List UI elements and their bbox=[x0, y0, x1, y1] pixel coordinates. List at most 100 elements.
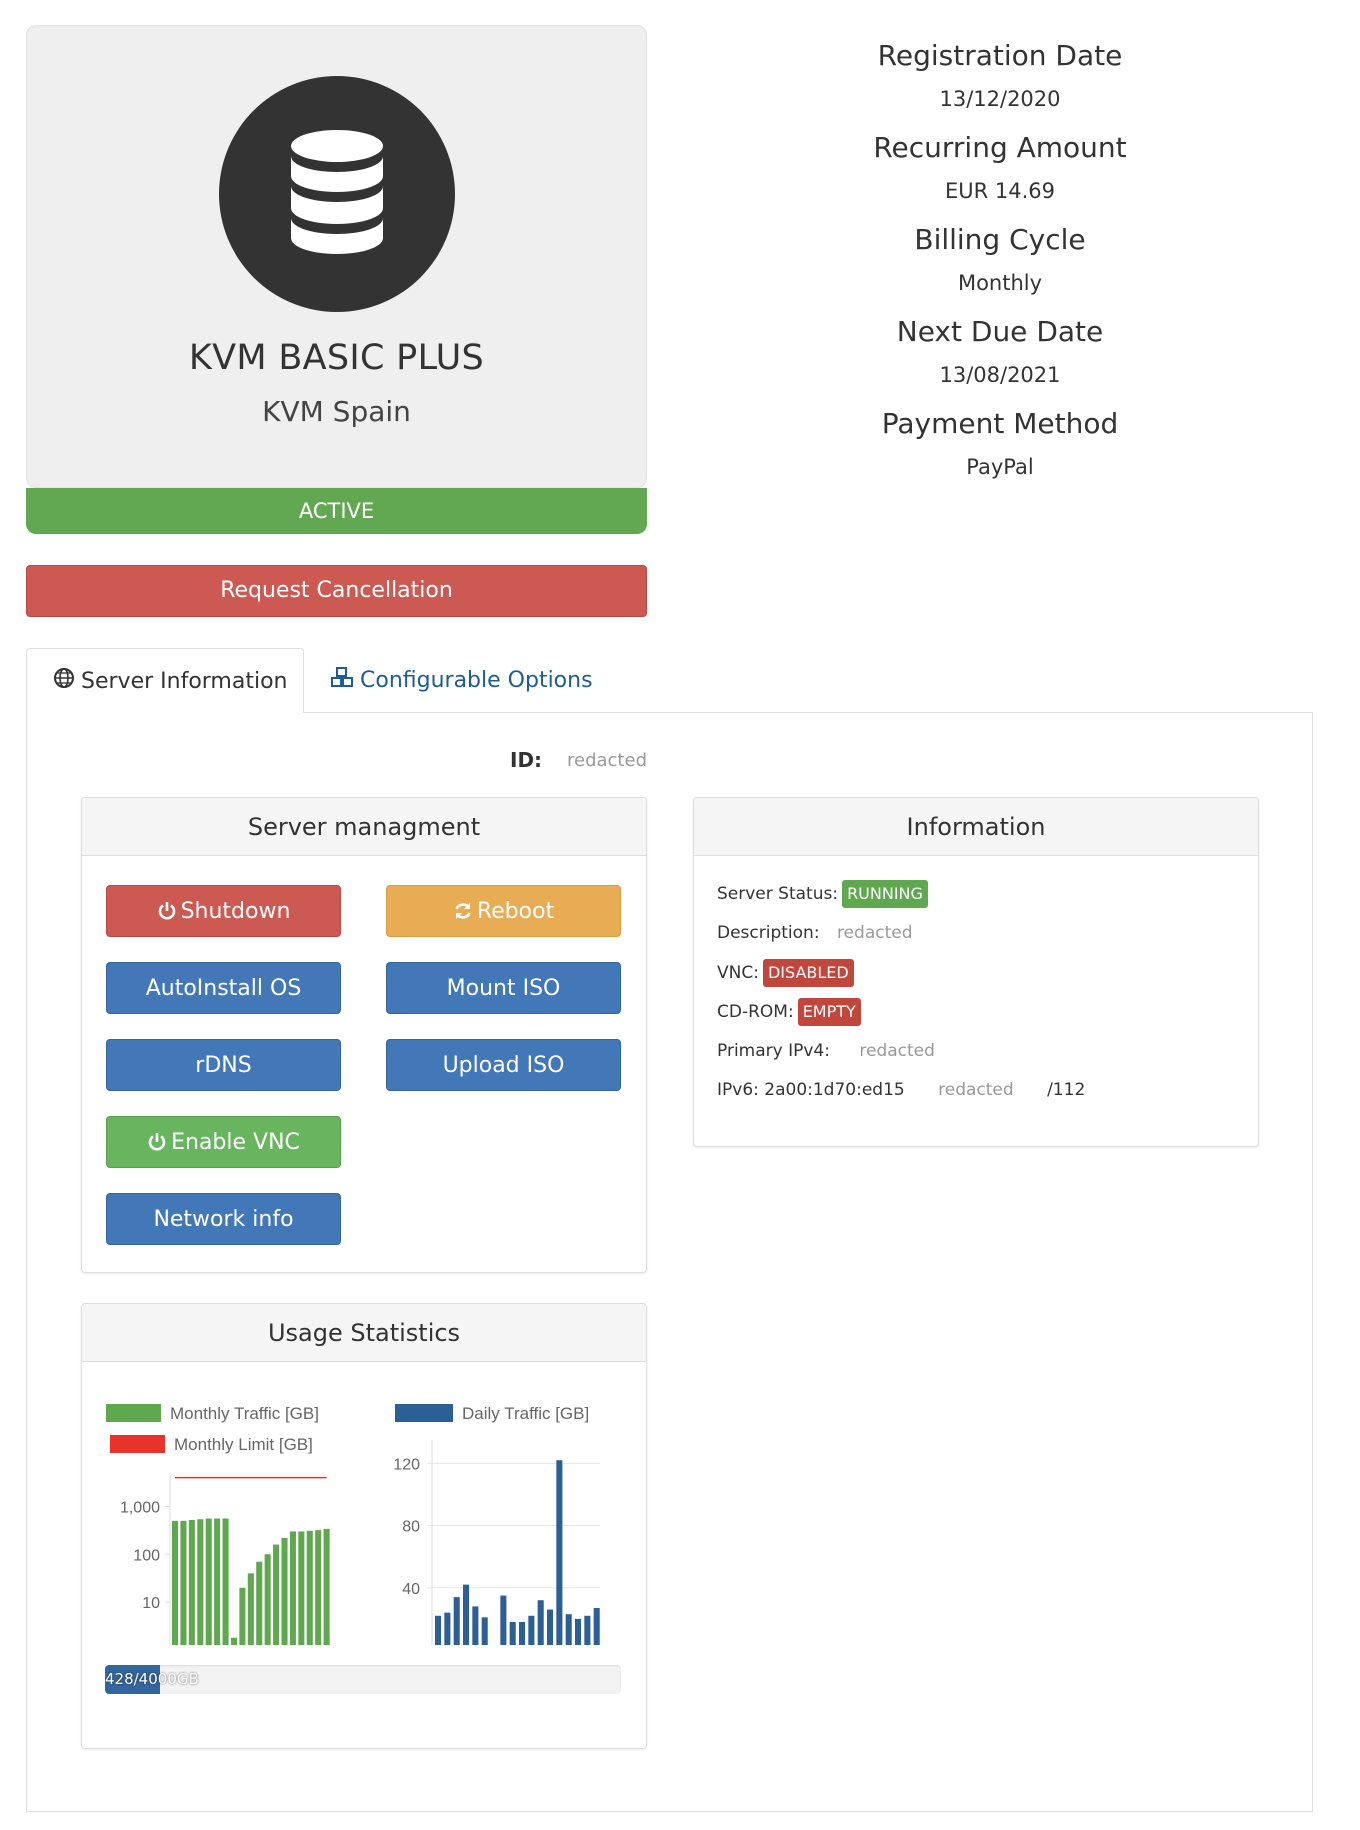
reboot-label: Reboot bbox=[476, 899, 555, 924]
cdrom-row: CD-ROM: EMPTY bbox=[717, 998, 861, 1026]
refresh-icon bbox=[455, 903, 471, 919]
recurring-amount-label: Recurring Amount bbox=[873, 131, 1127, 164]
reboot-button[interactable]: Reboot bbox=[386, 885, 621, 937]
daily-traffic-bar bbox=[481, 1617, 488, 1645]
daily-traffic-chart: Daily Traffic [GB]12080400-20d-15d-10d-5… bbox=[393, 1404, 600, 1645]
monthly-traffic-bar bbox=[264, 1554, 271, 1645]
monthly-traffic-bar bbox=[239, 1587, 246, 1645]
bandwidth-progress-text: 428/4000GB bbox=[105, 1670, 199, 1688]
tab-server-information[interactable]: Server Information bbox=[26, 648, 304, 713]
daily-traffic-bar bbox=[556, 1460, 563, 1645]
request-cancellation-button[interactable]: Request Cancellation bbox=[26, 565, 647, 617]
monthly-traffic-bar bbox=[315, 1530, 322, 1645]
y-tick-label: 1 bbox=[151, 1643, 160, 1645]
monthly-traffic-bar bbox=[306, 1530, 313, 1645]
daily-traffic-bar bbox=[453, 1597, 460, 1645]
shutdown-label: Shutdown bbox=[180, 899, 291, 924]
monthly-traffic-bar bbox=[298, 1531, 305, 1645]
daily-traffic-bar bbox=[528, 1615, 535, 1645]
y-tick-label: 0 bbox=[411, 1643, 420, 1645]
registration-date-label: Registration Date bbox=[877, 39, 1123, 72]
monthly-traffic-bar bbox=[197, 1519, 204, 1645]
cubes-icon bbox=[330, 649, 354, 714]
enable-vnc-label: Enable VNC bbox=[171, 1130, 300, 1155]
monthly-traffic-bar bbox=[188, 1520, 195, 1645]
y-tick-label: 100 bbox=[133, 1547, 160, 1564]
monthly-traffic-bar bbox=[323, 1528, 330, 1645]
daily-traffic-bar bbox=[593, 1608, 600, 1645]
daily-traffic-bar bbox=[565, 1614, 572, 1645]
tab-server-information-label: Server Information bbox=[81, 669, 288, 694]
y-tick-label: 40 bbox=[402, 1581, 420, 1598]
globe-icon bbox=[53, 650, 75, 715]
monthly-traffic-bar bbox=[281, 1537, 288, 1645]
ipv6-row: IPv6: 2a00:1d70:ed15 redacted /112 bbox=[717, 1076, 1085, 1104]
y-tick-label: 10 bbox=[142, 1595, 160, 1612]
monthly-traffic-bar bbox=[214, 1518, 221, 1645]
upload-iso-button[interactable]: Upload ISO bbox=[386, 1039, 621, 1091]
server-status-row: Server Status: RUNNING bbox=[717, 880, 928, 908]
mount-iso-button[interactable]: Mount ISO bbox=[386, 962, 621, 1014]
shutdown-button[interactable]: Shutdown bbox=[106, 885, 341, 937]
ipv6-label: IPv6: 2a00:1d70:ed15 bbox=[717, 1080, 905, 1100]
daily-traffic-bar bbox=[463, 1584, 470, 1645]
monthly-traffic-bar bbox=[289, 1531, 296, 1645]
daily-traffic-bar bbox=[584, 1615, 591, 1645]
usage-statistics-title: Usage Statistics bbox=[82, 1304, 646, 1362]
monthly-traffic-bar bbox=[247, 1573, 254, 1645]
server-management-title: Server managment bbox=[82, 798, 646, 856]
database-icon bbox=[219, 76, 455, 312]
power-icon bbox=[158, 902, 175, 920]
monthly-traffic-bar bbox=[205, 1518, 212, 1645]
network-info-button[interactable]: Network info bbox=[106, 1193, 341, 1245]
daily-traffic-bar bbox=[519, 1622, 526, 1645]
status-badge: ACTIVE bbox=[26, 488, 647, 534]
primary-ipv4-label: Primary IPv4: bbox=[717, 1041, 830, 1061]
cdrom-label: CD-ROM: bbox=[717, 1002, 794, 1022]
tab-configurable-options[interactable]: Configurable Options bbox=[330, 648, 630, 713]
product-header: KVM BASIC PLUS KVM Spain bbox=[26, 25, 647, 488]
tab-configurable-options-label: Configurable Options bbox=[360, 668, 593, 693]
autoinstall-os-button[interactable]: AutoInstall OS bbox=[106, 962, 341, 1014]
daily-traffic-bar bbox=[500, 1595, 507, 1645]
daily-traffic-bar bbox=[444, 1612, 451, 1645]
next-due-date-label: Next Due Date bbox=[896, 315, 1104, 348]
vnc-status-badge: DISABLED bbox=[762, 959, 854, 987]
enable-vnc-button[interactable]: Enable VNC bbox=[106, 1116, 341, 1168]
daily-traffic-bar bbox=[435, 1615, 442, 1645]
product-name: KVM BASIC PLUS bbox=[188, 338, 485, 378]
payment-method-label: Payment Method bbox=[881, 407, 1119, 440]
y-tick-label: 1,000 bbox=[120, 1499, 160, 1516]
billing-summary: Registration Date 13/12/2020 Recurring A… bbox=[700, 30, 1300, 490]
billing-cycle-value: Monthly bbox=[957, 271, 1043, 295]
product-card: KVM BASIC PLUS KVM Spain ACTIVE bbox=[26, 25, 647, 534]
server-status-label: Server Status: bbox=[717, 884, 839, 904]
server-management-panel: Server managment Shutdown Reboot AutoIns… bbox=[81, 797, 647, 1273]
information-title: Information bbox=[694, 798, 1258, 856]
service-id-label: ID: bbox=[510, 748, 543, 772]
legend-label-monthly-traffic: Monthly Traffic [GB] bbox=[170, 1404, 319, 1423]
legend-label-monthly-limit: Monthly Limit [GB] bbox=[174, 1435, 313, 1454]
y-tick-label: 120 bbox=[393, 1456, 420, 1473]
information-panel: Information Server Status: RUNNING Descri… bbox=[693, 797, 1259, 1147]
primary-ipv4-value: redacted bbox=[859, 1041, 935, 1061]
rdns-button[interactable]: rDNS bbox=[106, 1039, 341, 1091]
monthly-traffic-bar bbox=[172, 1520, 179, 1645]
daily-traffic-bar bbox=[537, 1600, 544, 1645]
billing-cycle-label: Billing Cycle bbox=[914, 223, 1086, 256]
legend-swatch-monthly-limit bbox=[110, 1435, 165, 1453]
service-id-value: redacted bbox=[567, 750, 647, 771]
server-status-badge: RUNNING bbox=[842, 880, 928, 908]
ipv6-value: redacted bbox=[938, 1080, 1014, 1100]
legend-swatch-monthly-traffic bbox=[106, 1404, 161, 1422]
cdrom-status-badge: EMPTY bbox=[797, 998, 861, 1026]
legend-label-daily-traffic: Daily Traffic [GB] bbox=[462, 1404, 589, 1423]
description-label: Description: bbox=[717, 923, 820, 943]
monthly-traffic-bar bbox=[256, 1561, 263, 1645]
daily-traffic-bar bbox=[547, 1609, 554, 1645]
registration-date-value: 13/12/2020 bbox=[939, 87, 1061, 111]
y-tick-label: 80 bbox=[402, 1519, 420, 1536]
description-value: redacted bbox=[836, 923, 913, 943]
monthly-traffic-bar bbox=[230, 1637, 238, 1645]
vnc-label: VNC: bbox=[717, 963, 759, 983]
